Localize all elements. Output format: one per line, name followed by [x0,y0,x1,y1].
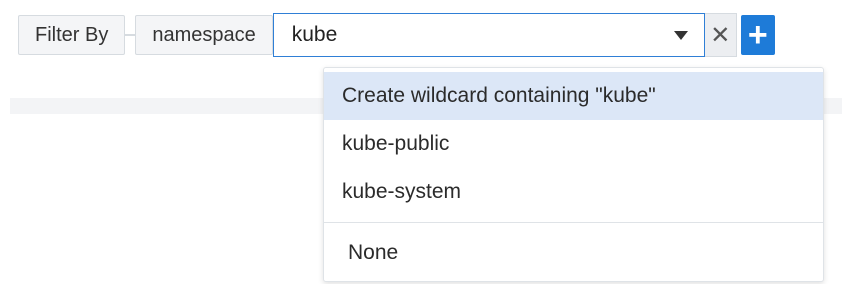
add-filter-button[interactable]: + [740,15,775,55]
dropdown-caret-icon[interactable] [673,30,688,40]
suggestions-dropdown: Create wildcard containing "kube" kube-p… [323,67,824,282]
clear-filter-button[interactable]: ✕ [704,13,737,57]
plus-icon: + [747,16,768,54]
option-none[interactable]: None [324,223,823,283]
option-create-wildcard[interactable]: Create wildcard containing "kube" [324,72,823,120]
filter-value-input[interactable]: kube [292,23,674,47]
filter-by-label: Filter By [18,15,126,55]
close-icon: ✕ [710,21,731,49]
filter-row: Filter By namespace kube ✕ + [18,13,775,57]
filter-page: Filter By namespace kube ✕ + Create wild… [0,0,842,284]
filter-field-chip[interactable]: namespace [135,15,273,55]
filter-value-select[interactable]: kube [272,13,705,57]
connector-line [125,34,136,36]
option-kube-public[interactable]: kube-public [324,120,823,168]
option-kube-system[interactable]: kube-system [324,168,823,216]
